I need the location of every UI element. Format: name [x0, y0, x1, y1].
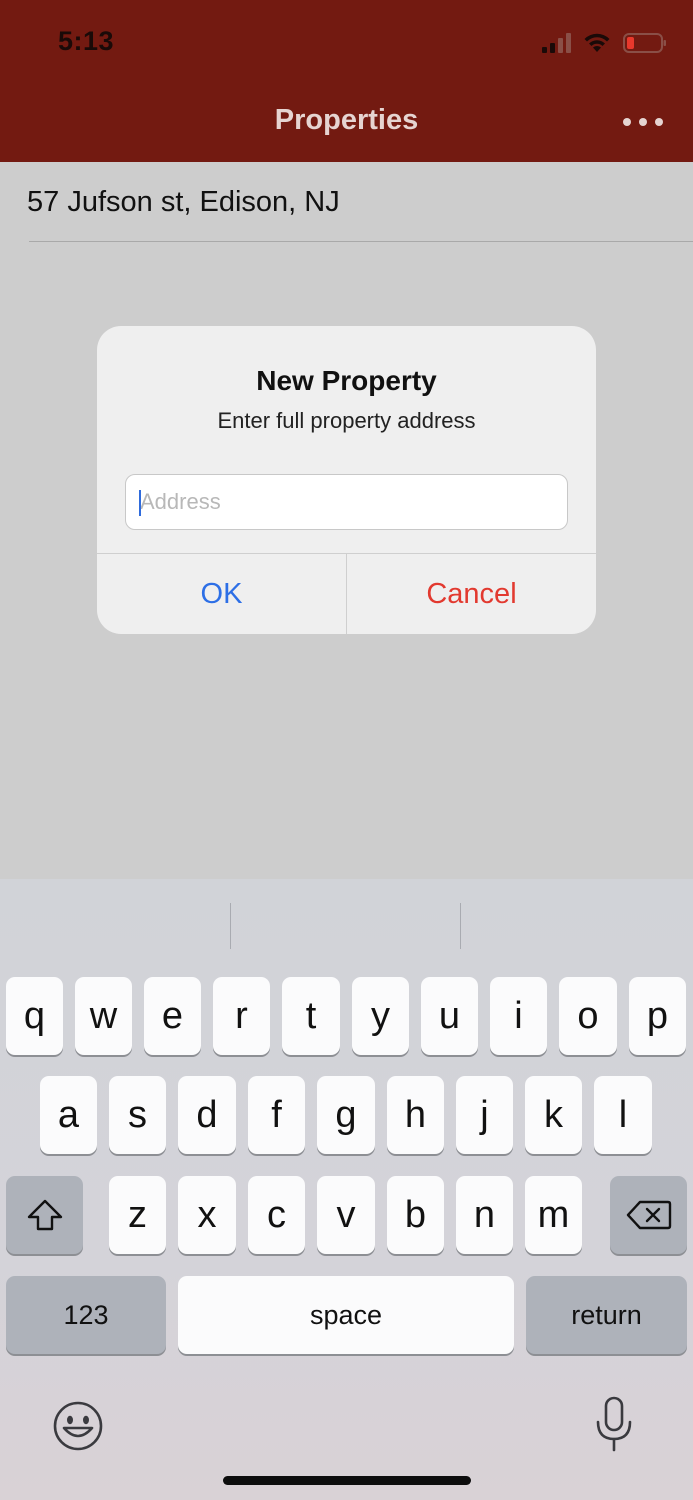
key-k[interactable]: k	[525, 1076, 582, 1154]
wifi-icon	[583, 32, 611, 54]
key-p[interactable]: p	[629, 977, 686, 1055]
battery-low-icon	[623, 32, 667, 54]
return-key[interactable]: return	[526, 1276, 687, 1354]
shift-icon	[27, 1199, 62, 1231]
key-u[interactable]: u	[421, 977, 478, 1055]
property-address: 57 Jufson st, Edison, NJ	[27, 186, 340, 218]
key-h[interactable]: h	[387, 1076, 444, 1154]
key-r[interactable]: r	[213, 977, 270, 1055]
shift-key[interactable]	[6, 1176, 83, 1254]
key-w[interactable]: w	[75, 977, 132, 1055]
key-z[interactable]: z	[109, 1176, 166, 1254]
space-key[interactable]: space	[178, 1276, 514, 1354]
emoji-icon	[53, 1401, 103, 1451]
key-v[interactable]: v	[317, 1176, 375, 1254]
text-caret	[139, 490, 141, 516]
key-b[interactable]: b	[387, 1176, 444, 1254]
microphone-icon	[596, 1396, 632, 1452]
key-n[interactable]: n	[456, 1176, 513, 1254]
status-time: 5:13	[58, 26, 115, 56]
cellular-signal-icon	[542, 33, 571, 53]
key-q[interactable]: q	[6, 977, 63, 1055]
more-horizontal-icon	[623, 118, 631, 126]
divider	[29, 241, 693, 242]
nav-header: 5:13 Properties	[0, 0, 693, 162]
page-title: Properties	[274, 104, 419, 136]
key-e[interactable]: e	[144, 977, 201, 1055]
key-o[interactable]: o	[559, 977, 617, 1055]
key-j[interactable]: j	[456, 1076, 513, 1154]
more-options-button[interactable]	[623, 108, 663, 136]
home-indicator[interactable]	[223, 1476, 471, 1485]
dialog-message: Enter full property address	[217, 408, 476, 433]
new-property-dialog: New Property Enter full property address…	[97, 326, 596, 634]
suggestion-divider	[230, 903, 231, 949]
key-x[interactable]: x	[178, 1176, 236, 1254]
key-t[interactable]: t	[282, 977, 340, 1055]
key-d[interactable]: d	[178, 1076, 236, 1154]
numbers-key[interactable]: 123	[6, 1276, 166, 1354]
dialog-title: New Property	[256, 365, 437, 396]
key-a[interactable]: a	[40, 1076, 97, 1154]
key-f[interactable]: f	[248, 1076, 305, 1154]
backspace-icon	[626, 1200, 671, 1230]
address-input[interactable]	[140, 475, 550, 529]
address-field[interactable]	[125, 474, 568, 530]
key-m[interactable]: m	[525, 1176, 582, 1254]
ok-button[interactable]: OK	[97, 554, 346, 634]
key-c[interactable]: c	[248, 1176, 305, 1254]
cancel-button[interactable]: Cancel	[347, 554, 596, 634]
dictation-button[interactable]	[594, 1395, 634, 1455]
delete-key[interactable]	[610, 1176, 687, 1254]
key-y[interactable]: y	[352, 977, 409, 1055]
key-i[interactable]: i	[490, 977, 547, 1055]
key-g[interactable]: g	[317, 1076, 375, 1154]
keyboard: q w e r t y u i o p a s d f g h j k l z …	[0, 879, 693, 1500]
emoji-button[interactable]	[50, 1398, 106, 1454]
list-item[interactable]: 57 Jufson st, Edison, NJ	[0, 162, 693, 242]
key-s[interactable]: s	[109, 1076, 166, 1154]
suggestion-divider	[460, 903, 461, 949]
status-icons	[542, 28, 667, 58]
key-l[interactable]: l	[594, 1076, 652, 1154]
